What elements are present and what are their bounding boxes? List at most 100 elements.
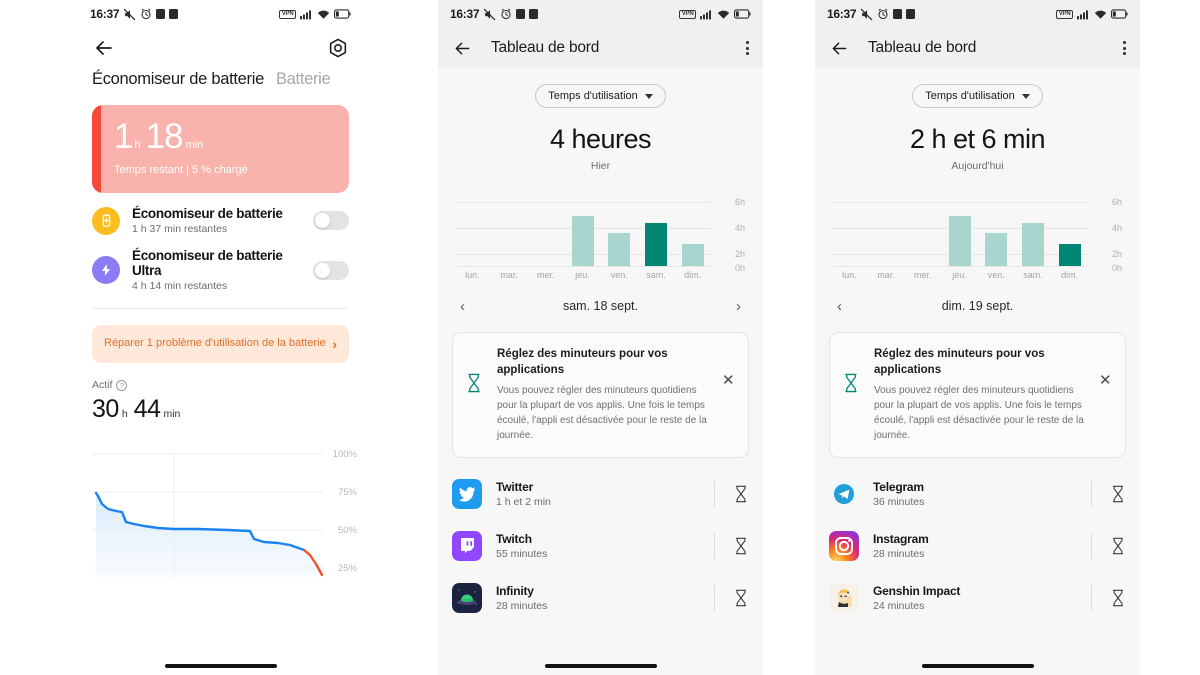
alarm-icon <box>501 8 511 20</box>
bar-slot <box>868 188 905 266</box>
date-navigation: ‹ dim. 19 sept. <box>837 294 1118 318</box>
prev-day-button[interactable]: ‹ <box>837 298 842 315</box>
wifi-icon <box>717 10 730 19</box>
list-item[interactable]: Infinity 28 minutes <box>438 572 763 624</box>
active-minutes: 44 <box>133 395 161 423</box>
usage-total: 2 h et 6 min <box>909 124 1046 154</box>
bar-slot <box>674 188 711 266</box>
tab-battery[interactable]: Batterie <box>276 70 331 89</box>
signal-icon <box>300 9 311 19</box>
app-duration: 24 minutes <box>873 600 925 613</box>
battery-low-icon <box>1111 9 1128 19</box>
list-item[interactable]: Instagram 28 minutes <box>815 520 1140 572</box>
gesture-bar[interactable] <box>921 664 1034 668</box>
app-name: Infinity <box>496 584 534 599</box>
divider <box>1091 481 1092 508</box>
toggle-text-battery-saver: Économiseur de batterie 1 h 37 min resta… <box>132 206 313 235</box>
gear-icon[interactable] <box>327 37 349 59</box>
hourglass-icon <box>468 373 480 393</box>
filter-chip-usage-time[interactable]: Temps d'utilisation <box>535 84 666 108</box>
info-card-title: Réglez des minuteurs pour vos applicatio… <box>497 348 668 376</box>
info-card-description: Vous pouvez régler des minuteurs quotidi… <box>874 385 1084 442</box>
filter-chip-label: Temps d'utilisation <box>925 90 1015 102</box>
bar-xlabel: ven. <box>610 270 628 280</box>
active-hours-unit: h <box>121 408 128 420</box>
switch-ultra-battery-saver[interactable] <box>313 260 349 280</box>
gesture-bar[interactable] <box>164 664 277 668</box>
bar-slot <box>491 188 528 266</box>
toggle-text-ultra: Économiseur de batterie Ultra 4 h 14 min… <box>132 248 313 292</box>
bar-ylabel-2h: 2h <box>734 249 745 259</box>
filter-chip-usage-time[interactable]: Temps d'utilisation <box>912 84 1043 108</box>
app-text: Twitch 55 minutes <box>496 532 714 560</box>
status-time: 16:37 <box>827 7 857 21</box>
bar-ylabel-6h: 6h <box>1111 197 1122 207</box>
active-usage-section: Actif ? 30 h 44 min <box>78 363 363 424</box>
bar-ylabel-4h: 4h <box>1111 223 1122 233</box>
app-duration: 1 h et 2 min <box>496 496 551 509</box>
square-icon <box>529 9 539 19</box>
hourglass-icon <box>845 373 857 393</box>
hourglass-icon[interactable] <box>733 537 749 555</box>
kebab-menu-icon[interactable] <box>746 41 749 55</box>
app-duration: 28 minutes <box>496 600 548 613</box>
hourglass-icon[interactable] <box>1110 537 1126 555</box>
gesture-bar[interactable] <box>544 664 657 668</box>
list-item[interactable]: Telegram 36 minutes <box>815 468 1140 520</box>
list-item[interactable]: Genshin Impact 24 minutes <box>815 572 1140 624</box>
back-arrow-icon[interactable] <box>92 36 116 60</box>
bar-jeu <box>948 216 971 266</box>
back-arrow-icon[interactable] <box>452 38 473 59</box>
bar-jeu <box>571 216 594 266</box>
hourglass-icon[interactable] <box>1110 589 1126 607</box>
bar-slot <box>638 188 675 266</box>
app-name: Genshin Impact <box>873 584 961 599</box>
repair-banner[interactable]: Réparer 1 problème d'utilisation de la b… <box>92 325 349 363</box>
bar-xlabel: mar. <box>877 270 895 280</box>
bar-xlabel: dim. <box>1061 270 1079 280</box>
app-name: Twitch <box>496 532 532 547</box>
square-icon <box>156 9 166 19</box>
hourglass-icon[interactable] <box>733 485 749 503</box>
list-item[interactable]: Twitch 55 minutes <box>438 520 763 572</box>
usage-bar-chart: 6h 4h 2h 0h lun. mar. mer. jeu. ven. sam… <box>831 188 1124 280</box>
app-name: Telegram <box>873 480 924 495</box>
hourglass-icon[interactable] <box>1110 485 1126 503</box>
tab-battery-saver[interactable]: Économiseur de batterie <box>92 70 264 89</box>
toggle-row-battery-saver[interactable]: Économiseur de batterie 1 h 37 min resta… <box>78 193 363 235</box>
app-duration: 28 minutes <box>873 548 925 561</box>
bar-group <box>831 188 1088 266</box>
battery-hours: 1 <box>114 117 133 156</box>
square-icon <box>906 9 916 19</box>
status-bar: 16:37 VPN <box>815 0 1140 28</box>
back-arrow-icon[interactable] <box>829 38 850 59</box>
dashboard-body: Temps d'utilisation 2 h et 6 min Aujourd… <box>815 68 1140 675</box>
list-item[interactable]: Twitter 1 h et 2 min <box>438 468 763 520</box>
bar-group <box>454 188 711 266</box>
info-card-title: Réglez des minuteurs pour vos applicatio… <box>874 348 1045 376</box>
bar-ylabel-2h: 2h <box>1111 249 1122 259</box>
toggle-row-ultra-battery-saver[interactable]: Économiseur de batterie Ultra 4 h 14 min… <box>78 235 363 292</box>
divider <box>714 585 715 612</box>
page-title: Tableau de bord <box>491 39 600 56</box>
chart-ylabel-100: 100% <box>332 449 357 460</box>
phone-screen-dashboard-saturday: 16:37 VPN Tableau de bord Temps d'utilis… <box>438 0 763 675</box>
next-day-button[interactable]: › <box>736 298 741 315</box>
hourglass-icon[interactable] <box>733 589 749 607</box>
close-icon[interactable]: ✕ <box>1099 373 1113 388</box>
prev-day-button[interactable]: ‹ <box>460 298 465 315</box>
dashboard-header: Tableau de bord <box>438 28 763 68</box>
close-icon[interactable]: ✕ <box>722 373 736 388</box>
vpn-icon: VPN <box>279 9 296 19</box>
active-label-row: Actif ? <box>92 379 349 391</box>
infinity-icon <box>452 583 482 614</box>
kebab-menu-icon[interactable] <box>1123 41 1126 55</box>
mute-icon <box>483 8 496 20</box>
switch-battery-saver[interactable] <box>313 211 349 230</box>
bar-slot <box>941 188 978 266</box>
battery-card-subtitle: Temps restant | 5 % chargé <box>114 164 248 176</box>
question-mark-icon[interactable]: ? <box>116 379 128 391</box>
bar-ven <box>985 233 1008 266</box>
twitter-icon <box>452 479 482 510</box>
divider <box>714 481 715 508</box>
